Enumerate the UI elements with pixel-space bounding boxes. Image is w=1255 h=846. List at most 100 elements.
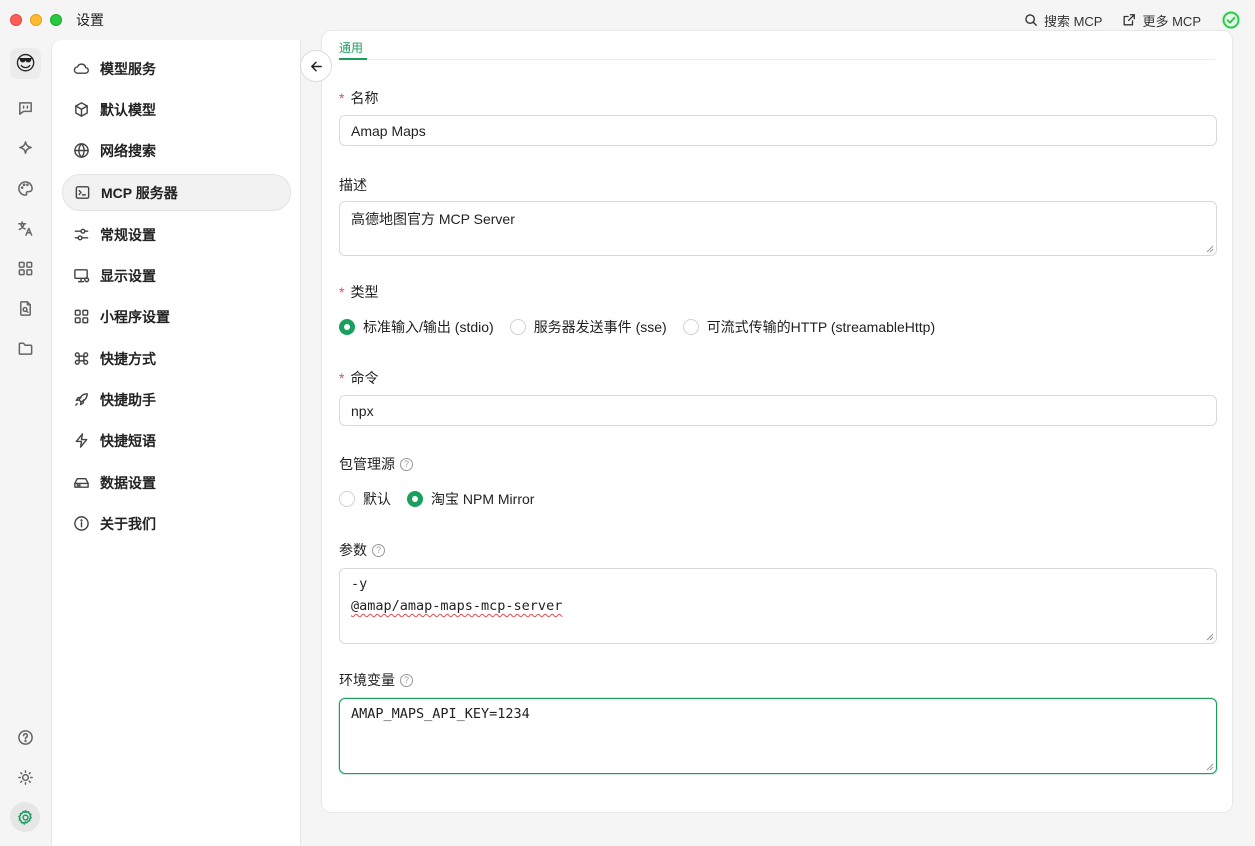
- env-label-text: 环境变量: [339, 672, 395, 688]
- radio-unselected[interactable]: [339, 491, 355, 507]
- more-mcp-label: 更多 MCP: [1142, 13, 1201, 29]
- env-field-label: 环境变量 ?: [339, 670, 413, 690]
- sparkle-icon[interactable]: [12, 135, 38, 161]
- close-window-button[interactable]: [10, 14, 22, 26]
- registry-option-default[interactable]: 默认: [339, 489, 391, 509]
- settings-gear-icon[interactable]: [10, 802, 40, 832]
- window-controls: [10, 14, 62, 26]
- args-line-text: @amap/amap-maps-mcp-server: [351, 598, 563, 614]
- package-registry-radio-group: 默认 淘宝 NPM Mirror: [339, 489, 534, 509]
- radio-selected[interactable]: [407, 491, 423, 507]
- name-label-text: 名称: [350, 90, 379, 106]
- required-mark: *: [339, 284, 345, 300]
- menu-item-default-model[interactable]: 默认模型: [62, 91, 291, 128]
- search-icon: [1025, 14, 1037, 26]
- menu-item-general-settings[interactable]: 常规设置: [62, 216, 291, 253]
- zoom-window-button[interactable]: [50, 14, 62, 26]
- args-line: -y: [351, 576, 368, 592]
- help-icon[interactable]: ?: [372, 543, 385, 557]
- drive-icon: [74, 478, 89, 488]
- chat-icon[interactable]: [12, 95, 38, 121]
- menu-item-label: 默认模型: [100, 101, 156, 118]
- info-icon: [74, 516, 89, 531]
- type-option-label: 可流式传输的HTTP (streamableHttp): [706, 319, 936, 335]
- sliders-icon: [74, 228, 89, 241]
- tab-general[interactable]: 通用: [339, 39, 363, 56]
- help-icon[interactable]: ?: [400, 673, 413, 687]
- grid-icon: [74, 309, 89, 324]
- settings-menu: 模型服务 默认模型 网络搜索 MCP 服务器 常规设置 显示设置 小程序设置 快…: [51, 40, 301, 846]
- name-field-label: * 名称: [339, 88, 378, 108]
- radio-selected[interactable]: [339, 319, 355, 335]
- args-field-label: 参数 ?: [339, 540, 385, 560]
- description-label-text: 描述: [339, 177, 367, 193]
- required-mark: *: [339, 90, 345, 106]
- menu-item-web-search[interactable]: 网络搜索: [62, 132, 291, 169]
- menu-item-label: 模型服务: [100, 60, 156, 77]
- help-icon[interactable]: ?: [400, 457, 413, 471]
- tab-active-indicator: [339, 58, 367, 60]
- resize-handle-icon[interactable]: [1206, 245, 1214, 253]
- description-textarea[interactable]: 高德地图官方 MCP Server: [339, 201, 1217, 256]
- menu-item-label: 快捷助手: [100, 391, 156, 408]
- menu-item-label: 快捷短语: [100, 432, 156, 449]
- radio-unselected[interactable]: [509, 319, 526, 335]
- name-value: Amap Maps: [351, 122, 426, 139]
- type-option-sse[interactable]: 服务器发送事件 (sse): [509, 317, 667, 337]
- rocket-icon: [75, 393, 88, 406]
- menu-item-mcp-servers[interactable]: MCP 服务器: [62, 174, 291, 211]
- menu-item-quick-phrases[interactable]: 快捷短语: [62, 422, 291, 459]
- args-label-text: 参数: [339, 542, 367, 558]
- menu-item-about-us[interactable]: 关于我们: [62, 505, 291, 542]
- window-title: 设置: [76, 12, 104, 28]
- more-mcp-button[interactable]: 更多 MCP: [1122, 11, 1201, 30]
- resize-handle-icon[interactable]: [1206, 763, 1214, 771]
- translate-icon[interactable]: [12, 215, 38, 241]
- theme-sun-icon[interactable]: [12, 764, 38, 790]
- name-input[interactable]: Amap Maps: [339, 115, 1217, 146]
- registry-option-label: 淘宝 NPM Mirror: [431, 491, 535, 507]
- terminal-icon: [75, 186, 90, 199]
- zap-icon: [75, 433, 88, 448]
- palette-icon[interactable]: [12, 175, 38, 201]
- type-option-stdio[interactable]: 标准输入/输出 (stdio): [339, 317, 494, 337]
- type-option-label: 标准输入/输出 (stdio): [363, 319, 494, 335]
- registry-option-taobao-npm-mirror[interactable]: 淘宝 NPM Mirror: [407, 489, 534, 509]
- package-registry-field-label: 包管理源 ?: [339, 454, 413, 474]
- tab-divider: [339, 59, 1215, 60]
- menu-item-model-service[interactable]: 模型服务: [62, 50, 291, 87]
- minimize-window-button[interactable]: [30, 14, 42, 26]
- help-icon[interactable]: [12, 724, 38, 750]
- file-search-icon[interactable]: [12, 295, 38, 321]
- radio-unselected[interactable]: [682, 319, 699, 335]
- apps-grid-icon[interactable]: [12, 255, 38, 281]
- arrow-left-icon: [310, 61, 322, 71]
- type-field-label: * 类型: [339, 282, 378, 302]
- search-mcp-label: 搜索 MCP: [1043, 13, 1103, 29]
- mcp-server-editor: 通用 * 名称 Amap Maps 描述 高德地图官方 MCP Server *…: [300, 30, 1255, 846]
- type-option-streamable-http[interactable]: 可流式传输的HTTP (streamableHttp): [682, 317, 936, 337]
- package-registry-label-text: 包管理源: [339, 456, 395, 472]
- menu-item-display-settings[interactable]: 显示设置: [62, 257, 291, 294]
- env-textarea[interactable]: AMAP_MAPS_API_KEY=1234: [339, 698, 1217, 774]
- avatar[interactable]: 😎: [10, 48, 41, 79]
- menu-item-label: 数据设置: [100, 474, 156, 491]
- command-input[interactable]: npx: [339, 395, 1217, 426]
- description-value: 高德地图官方 MCP Server: [351, 211, 515, 227]
- menu-item-mini-app-settings[interactable]: 小程序设置: [62, 298, 291, 335]
- menu-item-data-settings[interactable]: 数据设置: [62, 464, 291, 501]
- cloud-icon: [73, 63, 89, 74]
- args-textarea[interactable]: -y @amap/amap-maps-mcp-server: [339, 568, 1217, 644]
- external-link-icon: [1124, 14, 1136, 26]
- server-form-card: 通用 * 名称 Amap Maps 描述 高德地图官方 MCP Server *…: [321, 30, 1233, 813]
- resize-handle-icon[interactable]: [1206, 633, 1214, 641]
- menu-item-label: 小程序设置: [100, 308, 170, 325]
- menu-item-quick-assistant[interactable]: 快捷助手: [62, 381, 291, 418]
- menu-item-shortcuts[interactable]: 快捷方式: [62, 340, 291, 377]
- server-status-indicator[interactable]: [1221, 10, 1241, 30]
- folder-icon[interactable]: [12, 335, 38, 361]
- type-option-label: 服务器发送事件 (sse): [533, 319, 667, 335]
- search-mcp-button[interactable]: 搜索 MCP: [1024, 11, 1103, 30]
- command-label-text: 命令: [350, 370, 379, 386]
- back-button[interactable]: [300, 50, 332, 82]
